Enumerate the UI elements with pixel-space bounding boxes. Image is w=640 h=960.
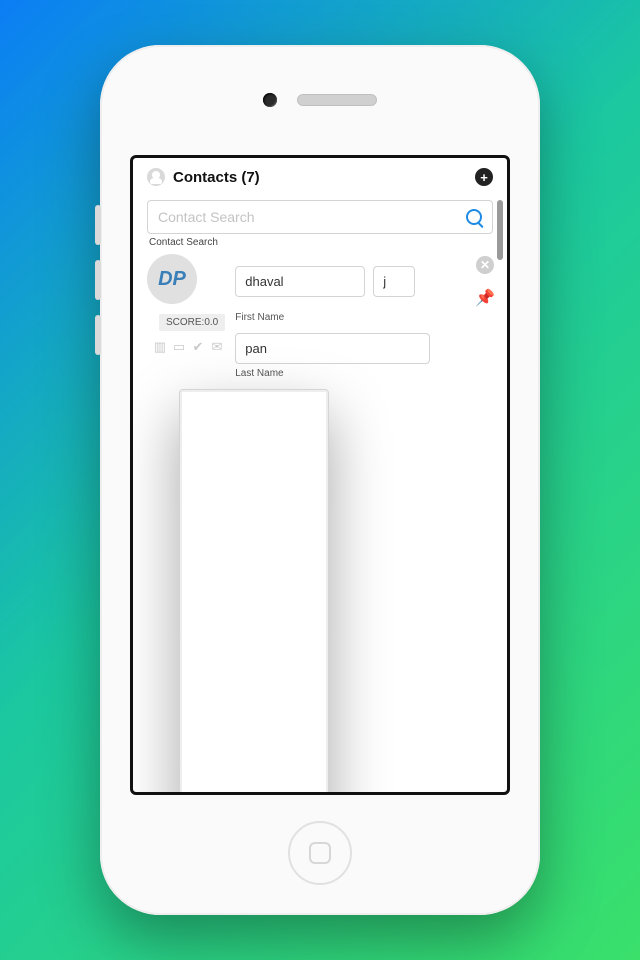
search-label: Contact Search	[149, 237, 497, 248]
search-icon[interactable]	[466, 209, 482, 225]
score-badge: SCORE:0.0	[159, 314, 225, 331]
earpiece-speaker	[297, 94, 377, 106]
home-button-glyph	[309, 842, 331, 864]
mini-action-icons: ▥ ▭ ✔ ✉	[153, 339, 225, 355]
word-export-icon[interactable]: ▥	[153, 339, 167, 355]
front-camera	[263, 93, 277, 107]
contact-search-box[interactable]	[147, 200, 493, 234]
contact-card: DP SCORE:0.0 ▥ ▭ ✔ ✉	[147, 254, 495, 792]
contacts-title: Contacts (7)	[173, 169, 260, 186]
phone-frame: Contacts (7) + Contact Search DP	[100, 45, 540, 915]
avatar[interactable]: DP	[147, 254, 197, 304]
clear-name-button[interactable]: ✕	[476, 256, 494, 274]
middle-initial-input[interactable]	[373, 266, 415, 297]
app-screen: Contacts (7) + Contact Search DP	[130, 155, 510, 795]
last-name-label: Last Name	[235, 368, 495, 379]
phone-row: ✕	[147, 389, 495, 792]
send-mail-icon[interactable]: ✉	[210, 339, 224, 355]
pin-icon[interactable]: 📌	[475, 288, 495, 308]
first-name-input[interactable]	[235, 266, 365, 297]
contacts-header: Contacts (7) +	[133, 158, 507, 194]
volume-button	[95, 205, 101, 245]
add-contact-button[interactable]: +	[475, 168, 493, 186]
volume-button	[95, 315, 101, 355]
scroll-area[interactable]: Contact Search DP SCORE:0.0 ▥ ▭ ✔ ✉	[133, 194, 507, 792]
volume-button	[95, 260, 101, 300]
home-button[interactable]	[288, 821, 352, 885]
vcard-icon[interactable]: ▭	[172, 339, 186, 355]
first-name-label: First Name	[235, 312, 495, 323]
phone-number-input[interactable]	[179, 389, 329, 792]
last-name-input[interactable]	[235, 333, 430, 364]
search-input[interactable]	[158, 209, 466, 225]
phone-top-bar	[100, 93, 540, 107]
task-check-icon[interactable]: ✔	[191, 339, 205, 355]
person-icon	[147, 168, 165, 186]
